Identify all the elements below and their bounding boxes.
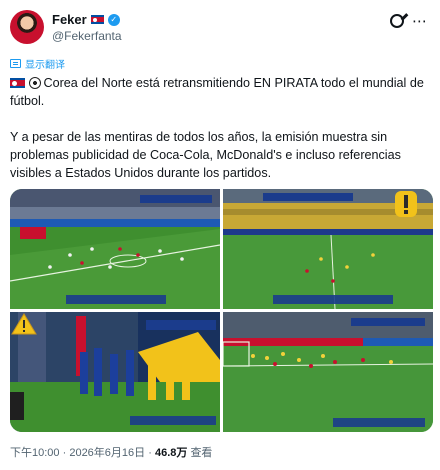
metadata-separator: · (148, 447, 152, 459)
views-count: 46.8万 (154, 447, 188, 459)
match-frame-wide-pitch[interactable] (10, 189, 220, 309)
post-paragraph-1: Corea del Norte está retransmitiendo EN … (10, 74, 432, 110)
translate-icon (10, 59, 21, 68)
views-label: 查看 (190, 447, 213, 459)
post-metadata: 下午10:00 · 2026年6月16日 · 46.8万 查看 (10, 444, 212, 460)
soccer-ball-emoji (28, 77, 41, 89)
post-date[interactable]: 2026年6月16日 (69, 447, 145, 459)
exclamation-emoji (395, 191, 417, 217)
match-frame-team-walkout[interactable] (10, 312, 220, 432)
show-translation-link[interactable]: 显示翻译 (10, 56, 65, 71)
author-display-name[interactable]: Feker (52, 12, 87, 27)
north-korea-flag-icon (90, 15, 104, 24)
match-frame-yellow-team-attack[interactable] (223, 312, 433, 432)
match-frame-stadium-stands[interactable] (223, 189, 433, 309)
metadata-separator: · (62, 447, 67, 459)
show-translation-label: 显示翻译 (25, 60, 65, 71)
post-body: Corea del Norte está retransmitiendo EN … (10, 74, 432, 200)
post-paragraph-2: Y a pesar de las mentiras de todos los a… (10, 130, 401, 180)
verified-badge-icon: ✓ (107, 13, 120, 26)
post-time[interactable]: 下午10:00 (10, 447, 60, 459)
media-grid (10, 189, 433, 432)
post-header: Feker ✓ @Fekerfanta ⋯ (10, 10, 430, 46)
grok-icon[interactable] (390, 14, 404, 28)
author-handle[interactable]: @Fekerfanta (52, 29, 122, 43)
avatar[interactable] (10, 10, 44, 44)
author-name-row: Feker ✓ (52, 12, 120, 27)
post-paragraph-1-text: Corea del Norte está retransmitiendo EN … (10, 76, 424, 108)
north-korea-flag-emoji (10, 78, 25, 88)
more-icon[interactable]: ⋯ (412, 12, 428, 30)
